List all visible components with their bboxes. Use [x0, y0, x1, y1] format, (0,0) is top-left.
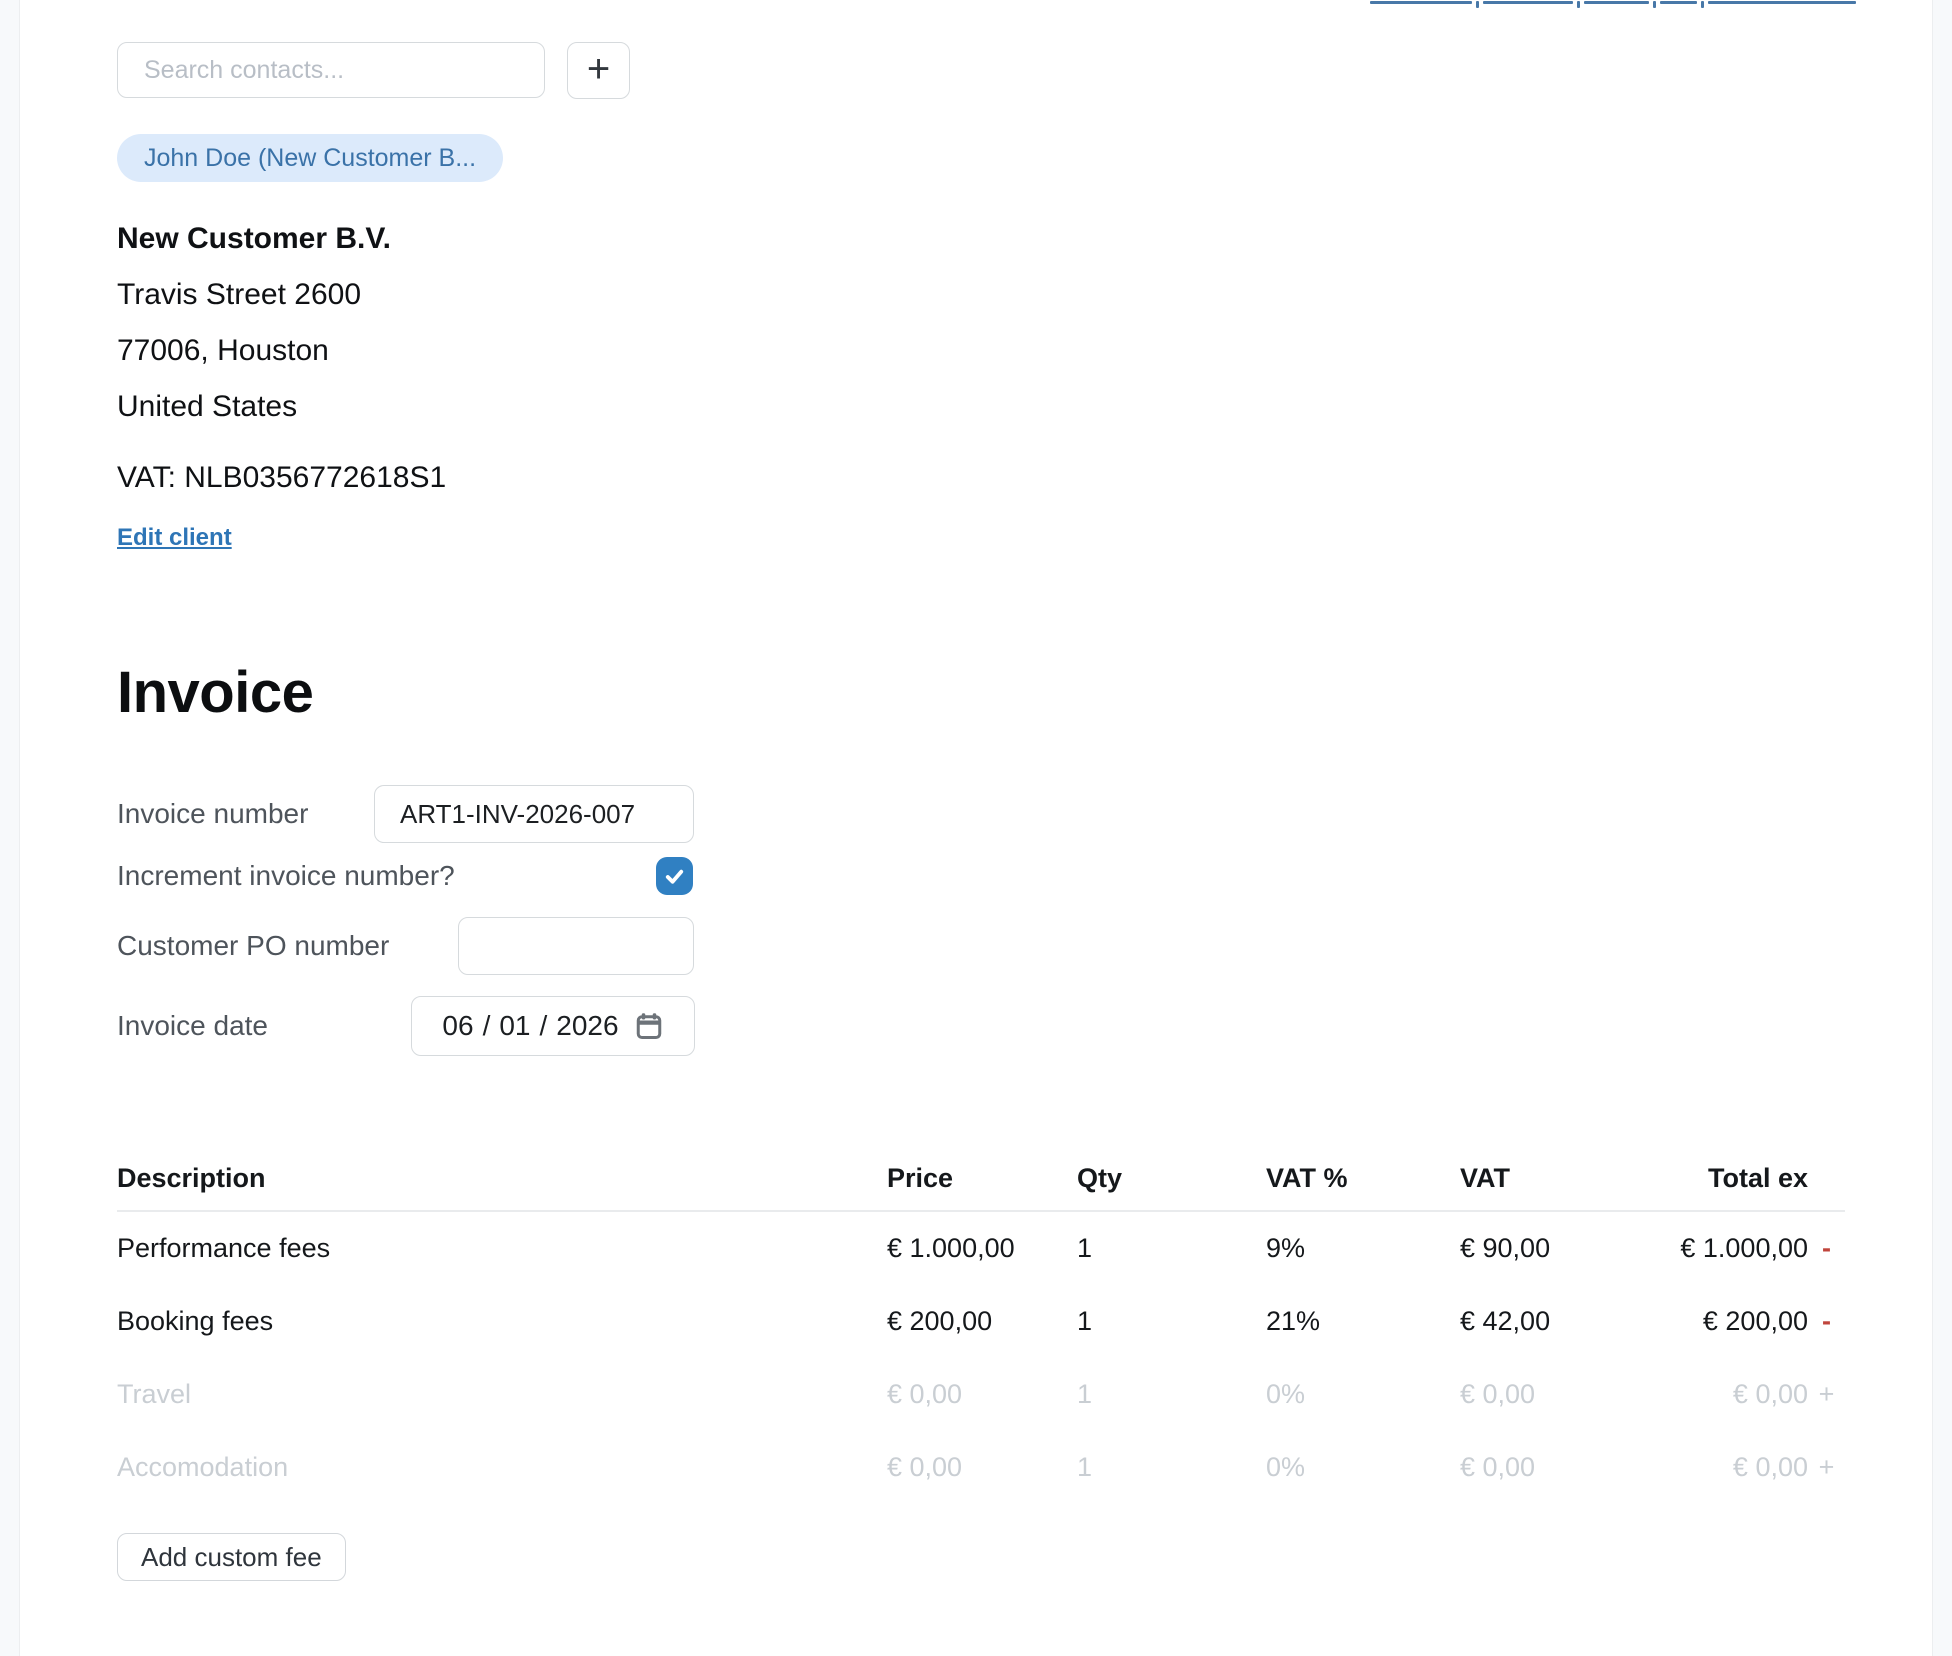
fee-row-action[interactable]: - [1808, 1233, 1845, 1264]
date-separator: / [540, 1010, 548, 1042]
fee-row: Accomodation € 0,00 1 0% € 0,00 € 0,00 + [117, 1431, 1845, 1504]
fee-vat: € 0,00 [1460, 1452, 1638, 1483]
increment-checkbox[interactable] [656, 857, 693, 895]
col-vat: VAT [1460, 1163, 1638, 1194]
selected-contact-label: John Doe (New Customer B... [144, 144, 476, 173]
fee-price: € 0,00 [887, 1452, 1077, 1483]
edit-client-link[interactable]: Edit client [117, 523, 232, 553]
fee-row: Performance fees € 1.000,00 1 9% € 90,00… [117, 1212, 1845, 1285]
calendar-icon[interactable] [634, 1011, 664, 1041]
fee-vat-pct: 21% [1266, 1306, 1460, 1337]
fees-table: Description Price Qty VAT % VAT Total ex… [117, 1146, 1845, 1504]
fee-qty: 1 [1077, 1306, 1266, 1337]
fees-table-header: Description Price Qty VAT % VAT Total ex [117, 1146, 1845, 1212]
invoice-date-row: Invoice date 06 / 01 / 2026 [117, 996, 1845, 1056]
fee-row-action[interactable]: + [1808, 1379, 1845, 1410]
client-city: 77006, Houston [117, 323, 1845, 379]
page-gutter-right [1932, 0, 1952, 1656]
fee-description: Travel [117, 1379, 887, 1410]
fee-qty: 1 [1077, 1452, 1266, 1483]
fee-total-ex: € 200,00 [1638, 1306, 1808, 1337]
fee-vat-pct: 9% [1266, 1233, 1460, 1264]
date-month[interactable]: 06 [442, 1010, 473, 1042]
add-contact-button[interactable]: + [567, 42, 630, 99]
plus-icon: + [587, 49, 610, 89]
page-gutter-left [0, 0, 20, 1656]
fee-total-ex: € 0,00 [1638, 1452, 1808, 1483]
client-country: United States [117, 379, 1845, 435]
fee-row-action[interactable]: - [1808, 1306, 1845, 1337]
fee-description: Performance fees [117, 1233, 887, 1264]
col-vat-pct: VAT % [1266, 1163, 1460, 1194]
checkmark-icon [663, 865, 686, 888]
fee-total-ex: € 0,00 [1638, 1379, 1808, 1410]
invoice-number-input[interactable] [374, 785, 694, 843]
customer-po-row: Customer PO number [117, 917, 1845, 975]
fee-row: Booking fees € 200,00 1 21% € 42,00 € 20… [117, 1285, 1845, 1358]
fee-vat: € 0,00 [1460, 1379, 1638, 1410]
col-description: Description [117, 1163, 887, 1194]
fee-description: Accomodation [117, 1452, 887, 1483]
col-price: Price [887, 1163, 1077, 1194]
fees-table-body: Performance fees € 1.000,00 1 9% € 90,00… [117, 1212, 1845, 1504]
invoice-number-row: Invoice number [117, 785, 1845, 843]
add-custom-fee-button[interactable]: Add custom fee [117, 1533, 346, 1581]
col-qty: Qty [1077, 1163, 1266, 1194]
date-separator: / [483, 1010, 491, 1042]
increment-label: Increment invoice number? [117, 860, 455, 892]
date-year[interactable]: 2026 [556, 1010, 618, 1042]
customer-po-label: Customer PO number [117, 930, 458, 962]
page-title: Invoice [117, 658, 1845, 728]
client-vat: VAT: NLB0356772618S1 [117, 450, 1845, 506]
client-name: New Customer B.V. [117, 211, 1845, 267]
invoice-date-input[interactable]: 06 / 01 / 2026 [411, 996, 695, 1056]
increment-number-row: Increment invoice number? [117, 857, 1845, 895]
fee-vat: € 90,00 [1460, 1233, 1638, 1264]
fee-description: Booking fees [117, 1306, 887, 1337]
fee-total-ex: € 1.000,00 [1638, 1233, 1808, 1264]
fee-vat-pct: 0% [1266, 1452, 1460, 1483]
client-street: Travis Street 2600 [117, 267, 1845, 323]
invoice-form-panel: + John Doe (New Customer B... New Custom… [117, 0, 1845, 1581]
fee-qty: 1 [1077, 1379, 1266, 1410]
col-total-ex: Total ex [1638, 1163, 1808, 1194]
selected-contact-chip[interactable]: John Doe (New Customer B... [117, 134, 503, 182]
invoice-date-label: Invoice date [117, 1010, 411, 1042]
fee-price: € 1.000,00 [887, 1233, 1077, 1264]
fee-row-action[interactable]: + [1808, 1452, 1845, 1483]
fee-price: € 200,00 [887, 1306, 1077, 1337]
fee-price: € 0,00 [887, 1379, 1077, 1410]
fee-qty: 1 [1077, 1233, 1266, 1264]
search-contacts-input[interactable] [117, 42, 545, 98]
fee-vat-pct: 0% [1266, 1379, 1460, 1410]
fee-vat: € 42,00 [1460, 1306, 1638, 1337]
date-day[interactable]: 01 [499, 1010, 530, 1042]
customer-po-input[interactable] [458, 917, 694, 975]
contact-search-row: + [117, 42, 1845, 99]
client-address-block: New Customer B.V. Travis Street 2600 770… [117, 211, 1845, 435]
fee-row: Travel € 0,00 1 0% € 0,00 € 0,00 + [117, 1358, 1845, 1431]
invoice-number-label: Invoice number [117, 798, 374, 830]
